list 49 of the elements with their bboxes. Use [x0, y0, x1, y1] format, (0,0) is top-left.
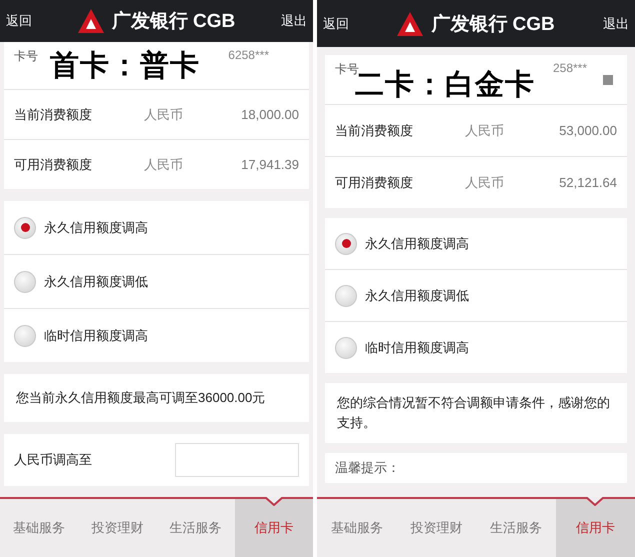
bank-title: 广发银行 CGB [112, 10, 236, 34]
card-number: 6258*** [228, 48, 269, 62]
option-label: 临时信用额度调高 [365, 338, 469, 356]
card-number: 258*** [552, 61, 587, 75]
nav-tab[interactable]: 投资理财 [396, 499, 476, 557]
exit-link[interactable]: 退出 [281, 12, 307, 30]
limit-amount: 18,000.00 [241, 107, 299, 122]
nav-tab[interactable]: 投资理财 [78, 499, 156, 557]
nav-tab[interactable]: 信用卡 [556, 499, 635, 557]
card-number-label: 卡号 [14, 48, 38, 65]
nav-tab[interactable]: 基础服务 [317, 499, 396, 557]
radio-button[interactable] [14, 324, 36, 346]
radio-button[interactable] [335, 232, 357, 254]
option-label: 永久信用额度调低 [365, 286, 469, 304]
option-label: 永久信用额度调高 [365, 234, 469, 252]
option-label: 永久信用额度调高 [44, 218, 148, 236]
logo-icon [397, 12, 424, 36]
logo-icon [78, 9, 104, 33]
message-text: 您当前永久信用额度最高可调至36000.00元 [4, 374, 309, 422]
nav-tab[interactable]: 信用卡 [234, 499, 313, 557]
currency-label: 人民币 [144, 106, 183, 124]
back-link[interactable]: 返回 [323, 14, 349, 32]
annotation-text: 首卡：普卡 [50, 48, 200, 84]
message-text: 您的综合情况暂不符合调额申请条件，感谢您的支持。 [325, 383, 627, 443]
currency-label: 人民币 [465, 122, 504, 140]
nav-tab[interactable]: 基础服务 [0, 499, 78, 557]
currency-label: 人民币 [465, 174, 504, 192]
back-link[interactable]: 返回 [6, 12, 32, 30]
tip-text: 温馨提示： [325, 453, 627, 483]
option-label: 临时信用额度调高 [44, 326, 148, 344]
bank-title: 广发银行 CGB [431, 12, 555, 36]
limit-label: 可用消费额度 [14, 156, 93, 174]
limit-amount: 17,941.39 [241, 157, 299, 172]
option-label: 永久信用额度调低 [44, 272, 148, 290]
input-label: 人民币调高至 [14, 451, 93, 469]
radio-button[interactable] [335, 284, 357, 306]
limit-label: 当前消费额度 [335, 122, 414, 140]
exit-link[interactable]: 退出 [603, 14, 629, 32]
limit-label: 当前消费额度 [14, 106, 93, 124]
nav-tab[interactable]: 生活服务 [476, 499, 556, 557]
limit-amount: 53,000.00 [559, 123, 617, 138]
amount-input-field[interactable] [175, 443, 299, 477]
limit-label: 可用消费额度 [335, 174, 414, 192]
radio-button[interactable] [335, 336, 357, 358]
radio-button[interactable] [14, 270, 36, 292]
nav-tab[interactable]: 生活服务 [156, 499, 235, 557]
currency-label: 人民币 [144, 156, 183, 174]
limit-amount: 52,121.64 [559, 175, 617, 190]
radio-button[interactable] [14, 216, 36, 238]
